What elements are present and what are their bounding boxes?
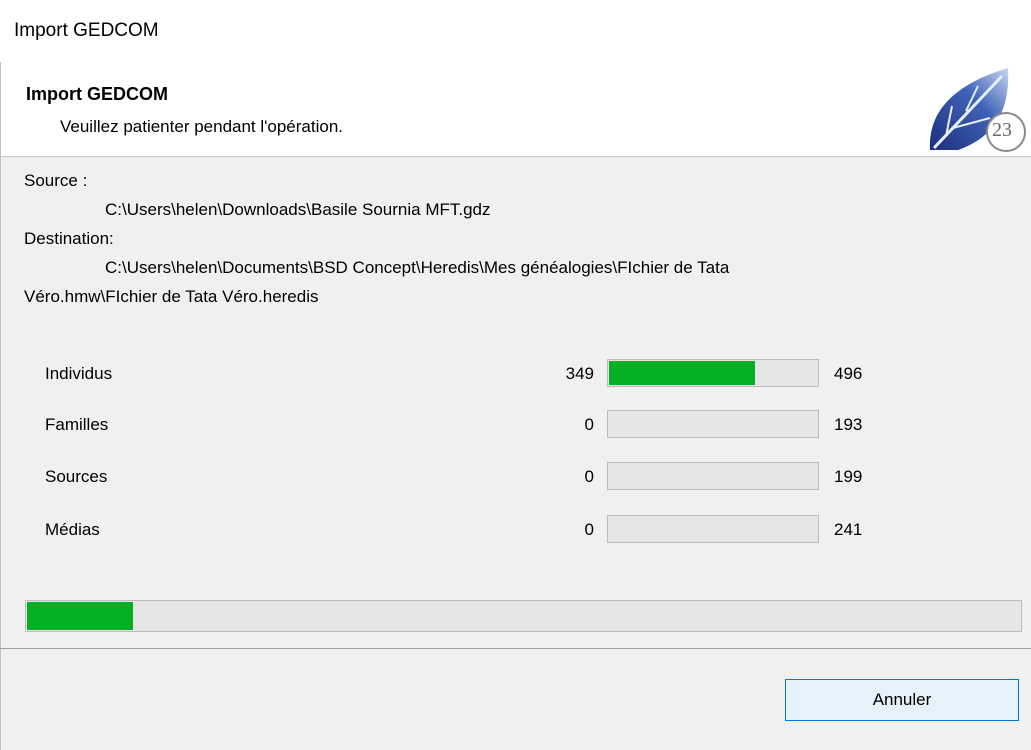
counter-progress-bar [607, 515, 819, 543]
header-title: Import GEDCOM [26, 84, 168, 104]
counter-progress-bar [607, 462, 819, 490]
overall-progress-fill [27, 602, 133, 630]
counter-label: Individus [45, 364, 113, 383]
destination-label: Destination: [24, 229, 114, 248]
window-title: Import GEDCOM [14, 20, 159, 41]
counter-progress-bar [607, 359, 819, 387]
destination-path-line2: Véro.hmw\FIchier de Tata Véro.heredis [24, 287, 319, 306]
logo-text: 23 [992, 119, 1012, 141]
counter-row-medias: Médias 0 241 [0, 513, 1031, 547]
counter-row-sources: Sources 0 199 [0, 460, 1031, 494]
counter-row-individus: Individus 349 496 [0, 357, 1031, 391]
source-label: Source : [24, 171, 88, 190]
header-subtitle: Veuillez patienter pendant l'opération. [60, 117, 344, 136]
title-bar: Import GEDCOM [0, 0, 1031, 62]
heredis-leaf-logo-icon: 23 [929, 68, 1026, 152]
counter-total: 241 [834, 520, 863, 539]
counter-total: 496 [834, 364, 863, 383]
counter-total: 199 [834, 467, 863, 486]
footer-separator [0, 648, 1031, 649]
overall-progress-bar [25, 600, 1022, 632]
counter-label: Familles [45, 415, 109, 434]
counter-label: Sources [45, 467, 108, 486]
counter-current: 0 [584, 520, 594, 539]
source-path: C:\Users\helen\Downloads\Basile Sournia … [105, 200, 491, 219]
window-border [0, 62, 1, 750]
counter-label: Médias [45, 520, 100, 539]
counter-progress-bar [607, 410, 819, 438]
cancel-button[interactable]: Annuler [785, 679, 1019, 721]
dialog-header: Import GEDCOM Veuillez patienter pendant… [0, 62, 1031, 157]
counter-current: 0 [584, 415, 594, 434]
counter-row-familles: Familles 0 193 [0, 408, 1031, 442]
counter-current: 349 [565, 364, 594, 383]
counter-total: 193 [834, 415, 863, 434]
destination-path-line1: C:\Users\helen\Documents\BSD Concept\Her… [105, 258, 730, 277]
counter-current: 0 [584, 467, 594, 486]
counter-progress-fill [609, 361, 755, 385]
